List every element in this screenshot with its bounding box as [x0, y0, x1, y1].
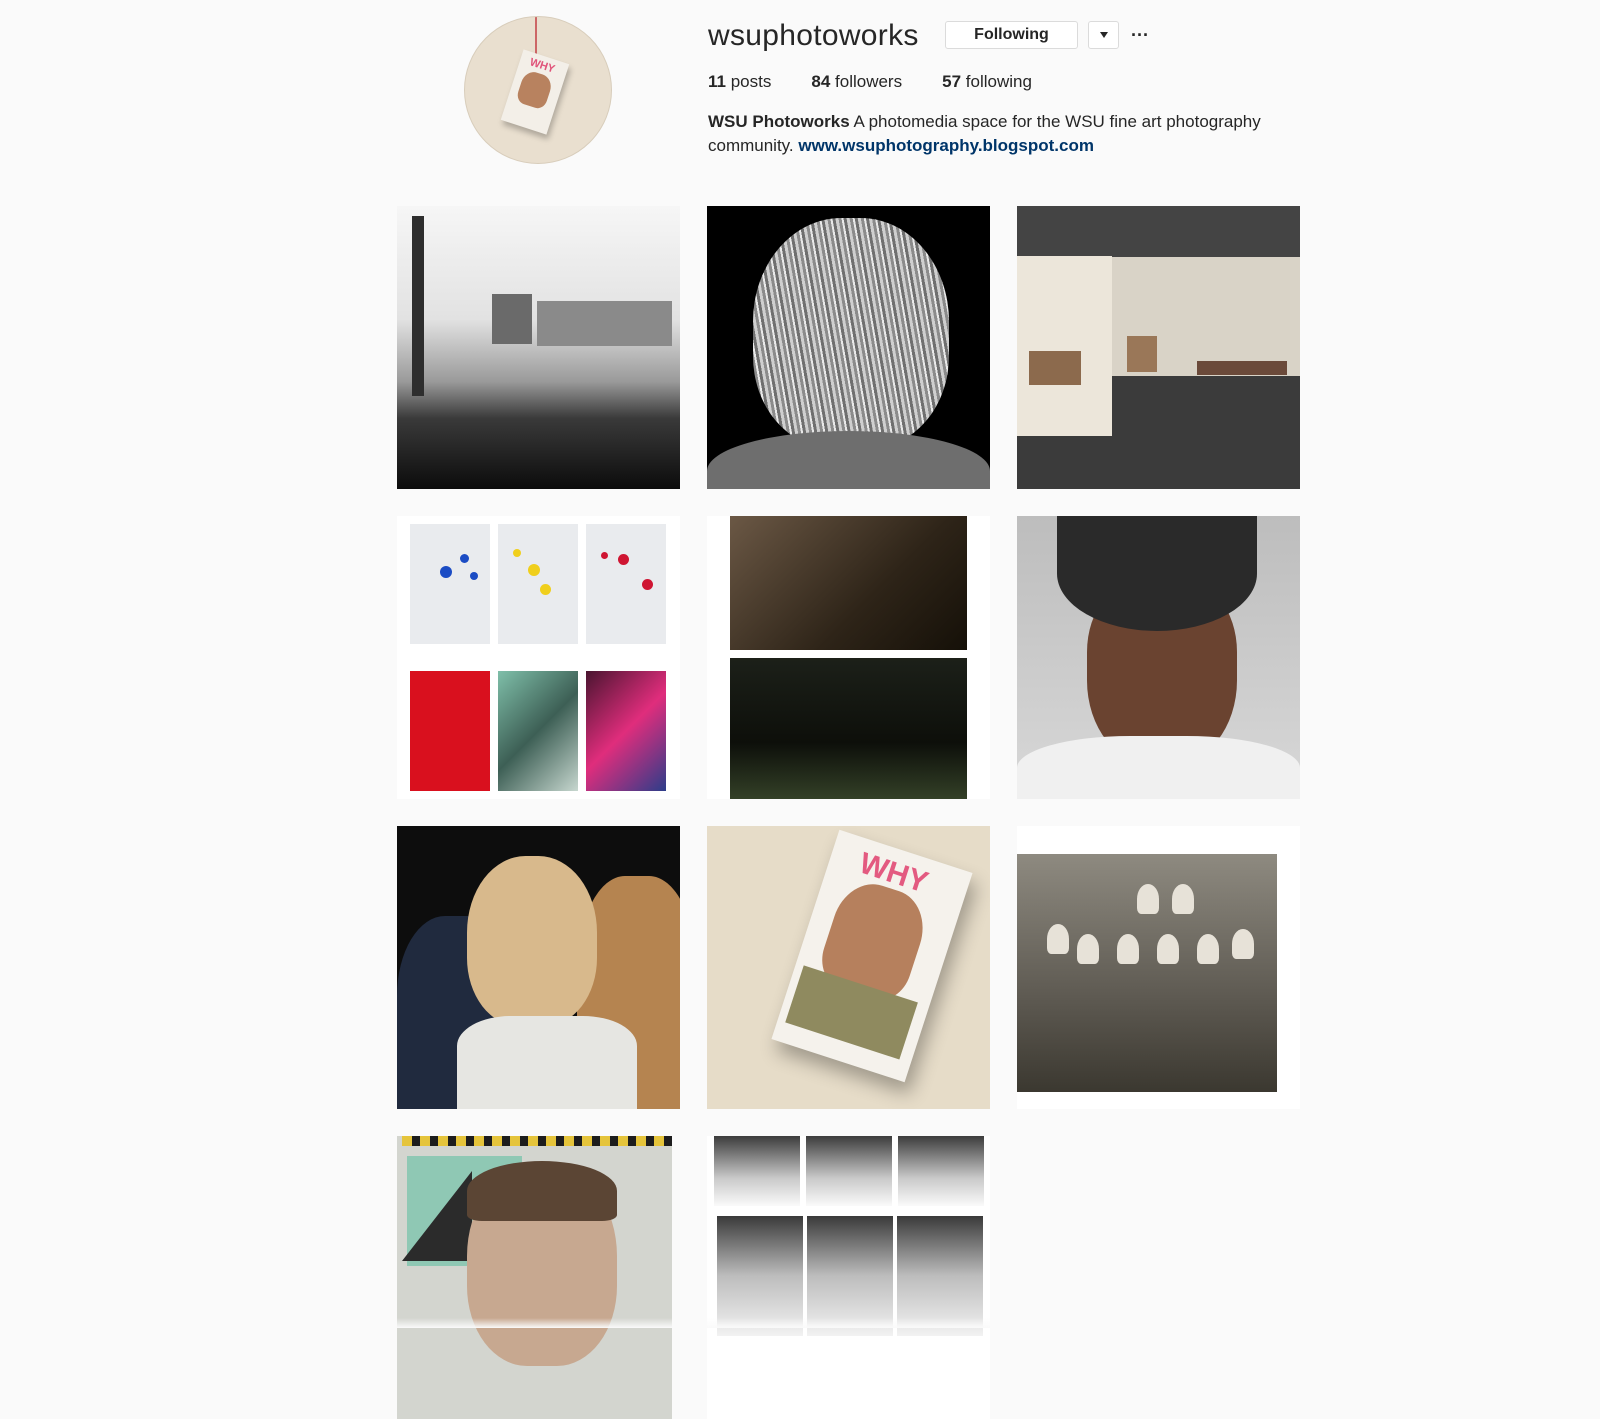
paint-dot — [470, 572, 478, 580]
figure-shape — [1077, 934, 1099, 964]
dots-panel — [410, 524, 490, 644]
cap-shape — [1057, 516, 1257, 631]
paint-dot — [528, 564, 540, 576]
vintage-photo — [1017, 854, 1277, 1092]
paint-dot — [460, 554, 469, 563]
chevron-down-icon — [1099, 32, 1108, 38]
gallery-artwork — [1197, 361, 1287, 375]
shoulder-shape — [707, 431, 990, 489]
paint-dot — [440, 566, 452, 578]
dots-panel — [498, 524, 578, 644]
paint-dot — [618, 554, 629, 565]
avatar-string — [535, 17, 537, 57]
posts-count: 11 — [708, 72, 726, 91]
paint-dot — [513, 549, 521, 557]
post-thumbnail-hair[interactable] — [707, 206, 990, 489]
posts-stat: 11 posts — [708, 72, 771, 92]
building-shape — [537, 301, 672, 346]
more-options-button[interactable]: ··· — [1127, 22, 1153, 48]
post-thumbnail-group-portrait[interactable] — [397, 826, 680, 1109]
suggestions-dropdown-button[interactable] — [1088, 21, 1119, 49]
post-thumbnail-color-dots[interactable] — [397, 516, 680, 799]
bio-website-link[interactable]: www.wsuphotography.blogspot.com — [798, 136, 1094, 155]
post-thumbnail-gallery[interactable] — [1017, 206, 1300, 489]
dots-panel — [586, 524, 666, 644]
figure-shape — [1232, 929, 1254, 959]
portrait-cell — [714, 1136, 800, 1206]
posts-label: posts — [730, 72, 772, 91]
bio-full-name: WSU Photoworks — [708, 112, 850, 131]
figure-shape — [1047, 924, 1069, 954]
portrait-cell — [806, 1136, 892, 1206]
following-label: following — [965, 72, 1032, 91]
portrait-cell — [898, 1136, 984, 1206]
zine-cover: WHY — [771, 829, 973, 1083]
post-thumbnail-zine[interactable]: WHY — [707, 826, 990, 1109]
gallery-wall — [1017, 256, 1112, 436]
kitchen-scene — [730, 516, 967, 650]
gallery-artwork — [1127, 336, 1157, 372]
forest-scene — [730, 658, 967, 799]
ink-panel-magenta — [586, 671, 666, 791]
profile-stats: 11 posts 84 followers 57 following — [708, 72, 1032, 92]
post-thumbnail-collage[interactable] — [397, 1136, 672, 1419]
followers-count: 84 — [811, 72, 831, 91]
sheet-shape — [457, 1016, 637, 1109]
paint-dot — [642, 579, 653, 590]
gallery-artwork — [1029, 351, 1081, 385]
post-thumbnail-vintage-photo[interactable] — [1017, 826, 1300, 1109]
following-count: 57 — [942, 72, 962, 91]
following-button[interactable]: Following — [945, 21, 1078, 49]
figure-shape — [1197, 934, 1219, 964]
building-shape — [492, 294, 532, 344]
hair-shape — [753, 218, 949, 448]
followers-label: followers — [835, 72, 903, 91]
ink-panel-teal — [498, 671, 578, 791]
profile-header: WHY wsuphotoworks Following ··· 11 posts… — [0, 0, 1600, 190]
figure-shape — [1137, 884, 1159, 914]
avatar-zine-image: WHY — [500, 49, 570, 135]
profile-avatar[interactable]: WHY — [464, 16, 612, 164]
paint-dot — [601, 552, 608, 559]
figure-center — [467, 856, 597, 1026]
post-thumbnail-cap-portrait[interactable] — [1017, 516, 1300, 799]
hair-shape — [467, 1161, 617, 1221]
lamp-post-shape — [412, 216, 424, 396]
profile-username: wsuphotoworks — [708, 19, 919, 52]
shirt-shape — [1017, 736, 1300, 799]
figure-shape — [1172, 884, 1194, 914]
followers-stat[interactable]: 84 followers — [811, 72, 902, 92]
ink-panel-red — [410, 671, 490, 791]
profile-bio: WSU Photoworks A photomedia space for th… — [708, 110, 1268, 158]
figure-shape — [1157, 934, 1179, 964]
post-thumbnail-campus[interactable] — [397, 206, 680, 489]
post-thumbnail-night-scenes[interactable] — [707, 516, 990, 799]
avatar-zine-face — [515, 68, 555, 111]
post-thumbnail-portrait-grid[interactable] — [707, 1136, 990, 1419]
following-stat[interactable]: 57 following — [942, 72, 1032, 92]
bottom-fade — [0, 1318, 1600, 1328]
figure-shape — [1117, 934, 1139, 964]
collage-triangle — [402, 1171, 472, 1261]
pattern-stripe — [402, 1136, 672, 1146]
paint-dot — [540, 584, 551, 595]
